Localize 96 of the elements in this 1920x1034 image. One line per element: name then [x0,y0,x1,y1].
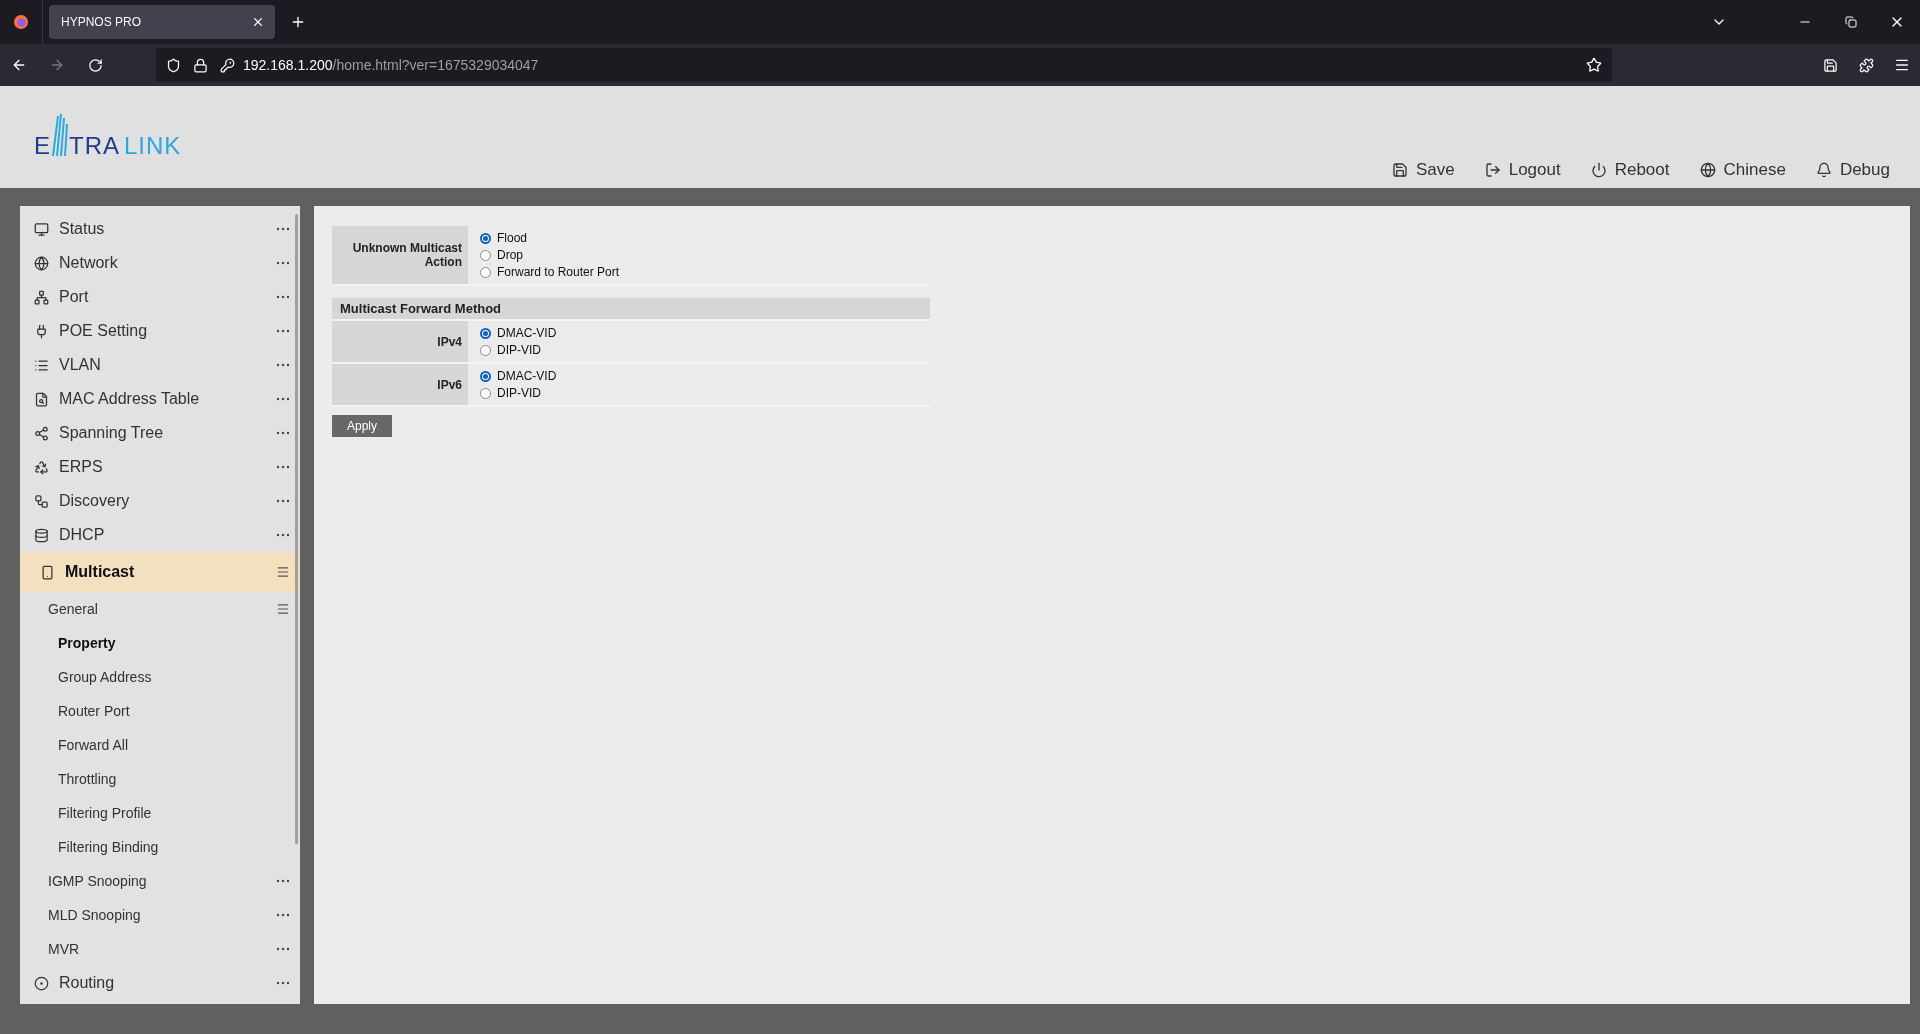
restore-icon[interactable] [1845,16,1857,28]
forward-icon[interactable] [49,57,65,73]
menu-item[interactable]: Property [58,635,290,651]
menu-item[interactable]: MLD Snooping [48,907,266,923]
reload-icon[interactable] [87,57,103,73]
menu-item[interactable]: Forward All [58,737,290,753]
more-icon[interactable] [276,363,290,367]
more-icon[interactable] [276,879,290,883]
radio-button[interactable] [480,327,491,339]
menu-item[interactable]: Filtering Profile [58,805,290,821]
radio-button[interactable] [480,370,491,382]
radio-label: DMAC-VID [497,369,557,383]
network-icon [34,289,49,305]
nodes-icon [34,425,49,441]
device-icon [40,564,55,580]
header-button[interactable]: Logout [1484,160,1561,180]
browser-logo-icon[interactable] [13,14,29,30]
header-button[interactable]: Reboot [1590,160,1670,180]
more-icon[interactable] [276,227,290,231]
back-icon[interactable] [11,57,27,73]
more-icon[interactable] [276,947,290,951]
menu-item[interactable]: VLAN [59,356,266,374]
power-icon [1590,162,1607,178]
menu-icon[interactable] [1894,57,1910,73]
radio-button[interactable] [480,387,491,399]
menu-item[interactable]: DHCP [59,526,266,544]
bell-icon [1815,162,1832,178]
more-icon[interactable] [276,261,290,265]
menu-item[interactable]: ERPS [59,458,266,476]
radio-label: Flood [497,231,528,245]
hierarchy-icon [34,493,49,509]
radio-label: DMAC-VID [497,326,557,340]
globe-icon [34,255,49,271]
url-text: 192.168.1.200/home.html?ver=1675329034047 [243,57,539,73]
menu-item[interactable]: IGMP Snooping [48,873,266,889]
radio-label: DIP-VID [497,386,541,400]
circle-icon [34,975,49,991]
save-icon [1391,162,1408,178]
logo: E TRA LINK [34,112,182,160]
section-heading: Multicast Forward Method [332,298,930,321]
document-search-icon [34,391,49,407]
radio-label: DIP-VID [497,343,541,357]
field-label: Unknown Multicast Action [332,226,468,284]
scrollbar-thumb[interactable] [295,214,298,844]
key-icon[interactable] [220,57,235,73]
more-icon[interactable] [276,431,290,435]
database-icon [34,527,49,543]
menu-item[interactable]: Throttling [58,771,290,787]
more-icon[interactable] [276,913,290,917]
menu-item[interactable]: Filtering Binding [58,839,290,855]
recycle-icon [34,459,49,475]
new-tab-icon[interactable] [290,14,306,30]
more-icon[interactable] [276,295,290,299]
close-icon[interactable] [251,15,265,29]
browser-tab[interactable]: HYPNOS PRO [49,5,275,39]
header-button[interactable]: Chinese [1699,160,1786,180]
lock-icon[interactable] [193,57,208,73]
monitor-icon [34,221,49,237]
apply-button[interactable]: Apply [332,415,392,437]
tab-title: HYPNOS PRO [61,15,141,29]
menu-item[interactable]: Discovery [59,492,266,510]
more-icon[interactable] [276,533,290,537]
radio-label: Forward to Router Port [497,265,620,279]
address-bar[interactable]: 192.168.1.200/home.html?ver=1675329034047 [156,48,1612,82]
menu-item[interactable]: Status [59,220,266,238]
field-label: IPv6 [332,364,468,405]
radio-button[interactable] [480,344,491,356]
plug-icon [34,323,49,339]
shield-icon[interactable] [166,57,181,73]
header-button[interactable]: Save [1391,160,1455,180]
more-icon[interactable] [276,981,290,985]
more-icon[interactable] [276,397,290,401]
radio-button[interactable] [480,266,491,278]
menu-item[interactable]: POE Setting [59,322,266,340]
menu-item[interactable]: Spanning Tree [59,424,266,442]
radio-label: Drop [497,248,523,262]
more-icon[interactable] [276,329,290,333]
globe-icon [1699,162,1716,178]
menu-item[interactable]: MAC Address Table [59,390,266,408]
extensions-icon[interactable] [1858,57,1874,73]
radio-button[interactable] [480,232,491,244]
header-button[interactable]: Debug [1815,160,1890,180]
field-label: IPv4 [332,321,468,362]
menu-item[interactable]: Network [59,254,266,272]
menu-item[interactable]: MVR [48,941,266,957]
menu-item[interactable]: General [48,601,266,617]
star-icon[interactable] [1586,57,1602,73]
menu-item[interactable]: Routing [59,974,266,992]
list-icon [34,357,49,373]
menu-item[interactable]: Group Address [58,669,290,685]
logout-icon [1484,162,1501,178]
more-icon[interactable] [276,499,290,503]
radio-button[interactable] [480,249,491,261]
more-icon[interactable] [276,465,290,469]
menu-item[interactable]: Port [59,288,266,306]
menu-item[interactable]: Router Port [58,703,290,719]
